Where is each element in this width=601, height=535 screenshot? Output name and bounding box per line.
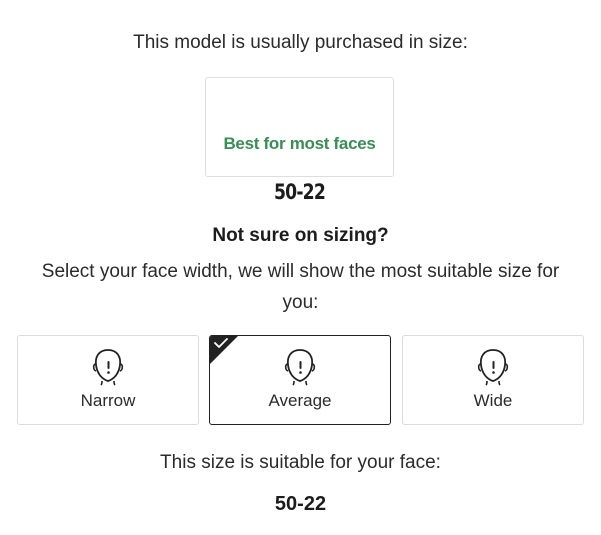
face-width-option-average[interactable]: Average xyxy=(209,335,391,425)
average-face-icon xyxy=(284,349,316,386)
face-width-label-average: Average xyxy=(268,391,332,410)
recommended-size-note: Best for most faces xyxy=(223,134,376,153)
face-width-options: Narrow Average Wide xyxy=(17,335,584,425)
narrow-face-icon xyxy=(92,349,124,386)
sizing-help-instructions: Select your face width, we will show the… xyxy=(41,261,560,313)
wide-face-icon xyxy=(477,349,509,386)
result-text: This size is suitable for your face: xyxy=(160,452,441,473)
recommended-size-card: 50-22 Best for most faces xyxy=(205,77,394,204)
face-width-option-wide[interactable]: Wide xyxy=(402,335,584,425)
sizing-help-title: Not sure on sizing? xyxy=(212,225,389,246)
result-size-value: 50-22 xyxy=(274,493,327,515)
face-width-label-narrow: Narrow xyxy=(80,391,136,410)
recommended-size-value: 50-22 xyxy=(274,180,326,204)
face-width-option-narrow[interactable]: Narrow xyxy=(17,335,199,425)
recommendation-intro: This model is usually purchased in size: xyxy=(133,32,468,53)
checkmark-icon xyxy=(214,338,228,348)
face-width-label-wide: Wide xyxy=(473,391,513,410)
